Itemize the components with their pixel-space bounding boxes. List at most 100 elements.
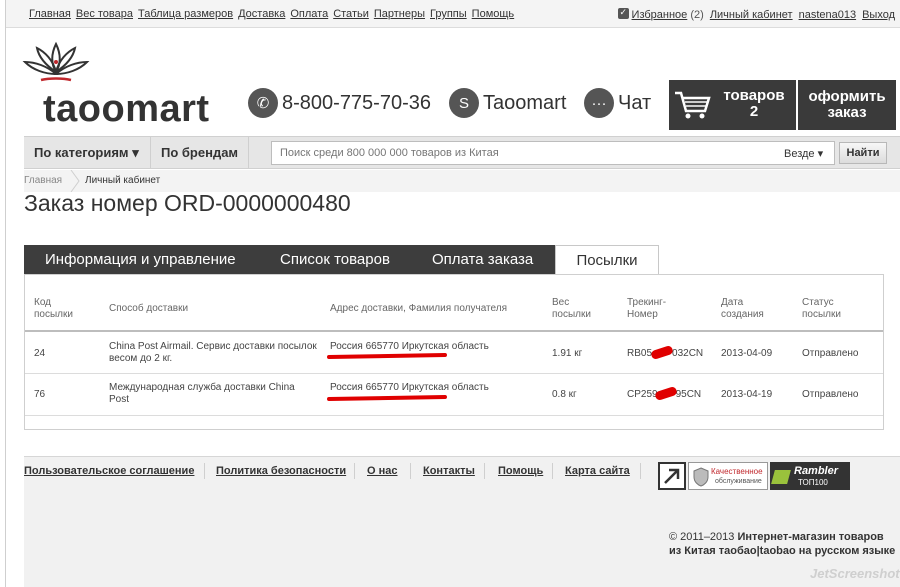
topnav-delivery[interactable]: Доставка: [238, 8, 285, 20]
footer-terms-link[interactable]: Пользовательское соглашение: [24, 465, 194, 477]
header-weight-line1: Вес: [552, 297, 570, 308]
row2-method-line2: Post: [109, 394, 130, 405]
header-tracking-line1: Трекинг-: [627, 297, 667, 308]
header-weight: Вес посылки: [552, 297, 591, 321]
topnav-payment[interactable]: Оплата: [290, 8, 328, 20]
top-nav: Главная Вес товара Таблица размеров Дост…: [29, 8, 514, 20]
page-frame: Главная Вес товара Таблица размеров Дост…: [5, 0, 900, 587]
header-status-line1: Статус: [802, 297, 834, 308]
phone-contact[interactable]: ✆ 8-800-775-70-36: [248, 88, 431, 118]
header-method: Способ доставки: [109, 303, 189, 314]
copyright-text: © 2011–2013 Интернет-магазин товаров из …: [669, 530, 899, 558]
row2-tracking-end: 95CN: [675, 389, 702, 400]
header-status-line2: посылки: [802, 309, 841, 320]
tab-items[interactable]: Список товаров: [280, 245, 390, 274]
topnav-weight[interactable]: Вес товара: [76, 8, 133, 20]
category-search-bar: По категориям ▾ По брендам Везде ▾ Найти: [24, 136, 900, 169]
checkout-button[interactable]: оформить заказ: [798, 80, 896, 130]
skype-contact[interactable]: S Taoomart: [449, 88, 566, 118]
topnav-articles[interactable]: Статьи: [333, 8, 369, 20]
header-code-line1: Код: [34, 297, 52, 308]
cart-button[interactable]: товаров 2: [669, 80, 796, 130]
breadcrumb: Главная Личный кабинет: [24, 170, 900, 192]
chat-contact[interactable]: ··· Чат: [584, 88, 651, 118]
topnav-partners[interactable]: Партнеры: [374, 8, 425, 20]
row-divider: [25, 373, 883, 374]
categories-menu-button[interactable]: По категориям ▾: [24, 137, 149, 168]
favorites-link[interactable]: Избранное: [632, 9, 688, 21]
badge-quality-line2: обслуживание: [715, 478, 762, 485]
row1-weight: 1.91 кг: [552, 348, 583, 359]
footer-divider: [410, 463, 411, 479]
row1-address: Россия 665770 Иркутская область: [330, 341, 489, 352]
username-link[interactable]: nastena013: [799, 9, 857, 21]
copyright-line2: из Китая таобао|taobao на русском языке: [669, 545, 896, 557]
footer-sitemap-link[interactable]: Карта сайта: [565, 465, 630, 477]
footer-divider: [354, 463, 355, 479]
favorites-link-wrap[interactable]: Избранное (2): [617, 7, 704, 21]
header-code: Код посылки: [34, 297, 73, 321]
search-input[interactable]: [271, 141, 835, 165]
copyright-line1: Интернет-магазин товаров: [737, 531, 884, 543]
external-arrow-badge[interactable]: [658, 462, 686, 490]
brands-menu-button[interactable]: По брендам: [151, 137, 248, 168]
parcels-table: Код посылки Способ доставки Адрес достав…: [24, 274, 884, 430]
row2-address: Россия 665770 Иркутская область: [330, 382, 489, 393]
row1-code: 24: [34, 348, 46, 359]
footer-contacts-link[interactable]: Контакты: [423, 465, 475, 477]
row1-tracking-end: 032CN: [672, 348, 704, 359]
chevron-down-icon: ▾: [817, 148, 824, 160]
favorites-check-icon: [617, 7, 629, 19]
shopping-cart-icon: [675, 91, 711, 119]
rambler-top100-badge[interactable]: Rambler ТОП100: [770, 462, 850, 490]
user-links: Избранное (2) Личный кабинет nastena013 …: [617, 7, 895, 21]
topnav-help[interactable]: Помощь: [472, 8, 515, 20]
topnav-sizes[interactable]: Таблица размеров: [138, 8, 233, 20]
breadcrumb-home[interactable]: Главная: [24, 175, 62, 186]
footer-help-link[interactable]: Помощь: [498, 465, 543, 477]
tab-payment[interactable]: Оплата заказа: [432, 245, 533, 274]
topnav-groups[interactable]: Группы: [430, 8, 467, 20]
row1-method-line1: China Post Airmail. Сервис доставки посы…: [109, 341, 317, 352]
header-date-line1: Дата: [721, 297, 744, 308]
row2-code: 76: [34, 389, 46, 400]
brands-label: По брендам: [161, 145, 239, 160]
footer-about-link[interactable]: О нас: [367, 465, 398, 477]
footer-bottom: © 2011–2013 Интернет-магазин товаров из …: [24, 500, 900, 587]
site-logo[interactable]: taoomart: [13, 36, 228, 130]
page-title: Заказ номер ORD-0000000480: [24, 190, 351, 216]
footer-privacy-link[interactable]: Политика безопасности: [216, 465, 346, 477]
quality-service-badge[interactable]: Качественное обслуживание: [688, 462, 768, 490]
row1-date: 2013-04-09: [721, 348, 773, 359]
topnav-home[interactable]: Главная: [29, 8, 71, 20]
order-tabs: Информация и управление Список товаров О…: [24, 245, 884, 275]
arrow-up-right-icon: [664, 468, 680, 484]
copyright-prefix: © 2011–2013: [669, 531, 738, 543]
row1-method-line2: весом до 2 кг.: [109, 353, 173, 364]
breadcrumb-separator-icon: [70, 170, 80, 192]
shield-icon: [693, 467, 709, 487]
row1-method: China Post Airmail. Сервис доставки посы…: [109, 341, 317, 365]
screenshot-watermark: JetScreenshot: [810, 566, 900, 581]
chevron-down-icon: ▾: [132, 145, 139, 160]
search-scope-select[interactable]: Везде ▾: [784, 147, 823, 160]
header-date: Дата создания: [721, 297, 764, 321]
row2-method: Международная служба доставки China Post: [109, 382, 295, 406]
tab-parcels[interactable]: Посылки: [555, 245, 659, 275]
badge-quality-line1: Качественное: [711, 467, 763, 476]
tab-info[interactable]: Информация и управление: [45, 245, 236, 274]
rambler-logo-icon: [771, 470, 791, 484]
phone-icon: ✆: [248, 88, 278, 118]
footer-divider: [640, 463, 641, 479]
logout-link[interactable]: Выход: [862, 9, 895, 21]
checkout-line1: оформить: [808, 88, 886, 105]
header-date-line2: создания: [721, 309, 764, 320]
skype-name: Taoomart: [483, 91, 567, 114]
row2-weight: 0.8 кг: [552, 389, 577, 400]
search-button[interactable]: Найти: [839, 142, 887, 164]
table-header-divider: [25, 330, 883, 332]
account-link[interactable]: Личный кабинет: [710, 9, 793, 21]
row1-tracking-start: RB05: [627, 348, 653, 359]
row2-address-redaction: [326, 394, 448, 402]
nav-divider: [248, 137, 249, 168]
